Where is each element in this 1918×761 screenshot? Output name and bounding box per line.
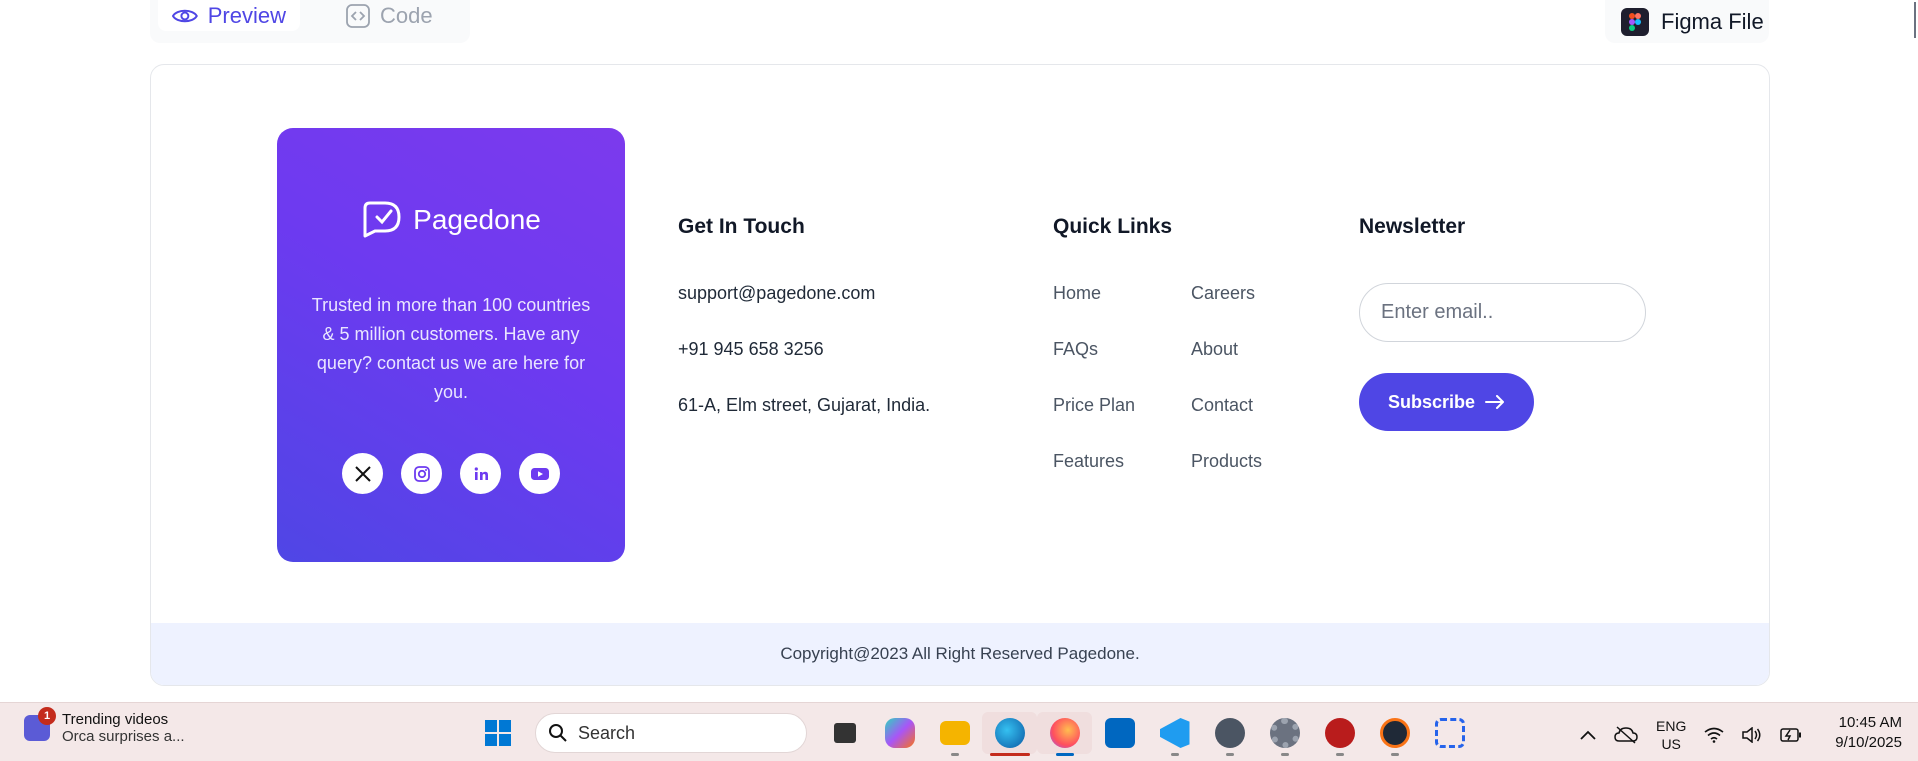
widget-subtitle: Orca surprises a...	[62, 728, 185, 745]
link-features[interactable]: Features	[1053, 451, 1124, 472]
contact-phone[interactable]: +91 945 658 3256	[678, 339, 824, 360]
tab-preview-label: Preview	[207, 2, 286, 28]
firefox-button[interactable]	[1037, 712, 1092, 756]
battery-icon[interactable]	[1780, 728, 1802, 742]
clock-time: 10:45 AM	[1838, 714, 1902, 731]
newsletter-title: Newsletter	[1359, 215, 1466, 238]
copilot-icon	[884, 718, 915, 748]
system-tray: ENG US	[1580, 717, 1802, 753]
play-icon	[1379, 718, 1410, 748]
arrow-right-icon	[1485, 395, 1505, 409]
social-links	[277, 453, 625, 494]
folder-icon	[939, 721, 970, 745]
subscribe-button[interactable]: Subscribe	[1359, 373, 1534, 431]
search-icon	[549, 724, 567, 742]
linkedin-icon[interactable]	[460, 453, 501, 494]
snip-icon	[1434, 718, 1465, 748]
figma-file-button[interactable]: Figma File	[1605, 0, 1769, 43]
edge-icon	[994, 718, 1025, 748]
brand-card: Pagedone Trusted in more than 100 countr…	[277, 128, 625, 562]
copilot-button[interactable]	[872, 712, 927, 754]
youtube-icon[interactable]	[519, 453, 560, 494]
footer-preview: Pagedone Trusted in more than 100 countr…	[150, 64, 1770, 686]
search-placeholder: Search	[578, 722, 636, 743]
brand-name: Pagedone	[413, 204, 541, 235]
tab-code-label: Code	[380, 2, 433, 28]
edge-button[interactable]	[982, 712, 1037, 756]
volume-icon[interactable]	[1742, 727, 1762, 743]
onedrive-offline-icon[interactable]	[1614, 726, 1638, 744]
taskbar: 1 Trending videos Orca surprises a... Se…	[0, 702, 1918, 761]
news-widget[interactable]: 1 Trending videos Orca surprises a...	[24, 707, 185, 745]
widgets-icon: 1	[24, 707, 56, 741]
link-faqs[interactable]: FAQs	[1053, 339, 1098, 360]
wifi-icon[interactable]	[1704, 727, 1724, 743]
p-app-icon	[1214, 718, 1245, 748]
brand-logo[interactable]: Pagedone	[277, 200, 625, 240]
red-app-icon	[1324, 718, 1355, 748]
vscode-button[interactable]	[1147, 712, 1202, 756]
tab-code[interactable]: Code	[332, 0, 447, 31]
contact-address: 61-A, Elm street, Gujarat, India.	[678, 395, 931, 415]
view-tabs: Preview Code	[150, 0, 470, 43]
newsletter-email-input[interactable]	[1359, 283, 1646, 342]
chevron-up-icon[interactable]	[1580, 730, 1596, 740]
link-about[interactable]: About	[1191, 339, 1238, 360]
firefox-icon	[1049, 718, 1080, 748]
store-icon	[1104, 718, 1135, 748]
tab-preview[interactable]: Preview	[158, 0, 300, 31]
instagram-icon[interactable]	[401, 453, 442, 494]
settings-button[interactable]	[1257, 712, 1312, 756]
brand-description: Trusted in more than 100 countries & 5 m…	[311, 295, 591, 402]
language-code: ENG	[1656, 718, 1687, 734]
gear-icon	[1269, 718, 1300, 748]
media-player-button[interactable]	[1367, 712, 1422, 756]
language-indicator[interactable]: ENG US	[1656, 717, 1686, 753]
subscribe-label: Subscribe	[1387, 391, 1476, 412]
file-explorer-button[interactable]	[927, 712, 982, 756]
link-price-plan[interactable]: Price Plan	[1053, 395, 1135, 416]
task-view-button[interactable]	[817, 712, 872, 754]
code-icon	[346, 3, 370, 28]
link-home[interactable]: Home	[1053, 283, 1101, 304]
pinned-app-red-button[interactable]	[1312, 712, 1367, 756]
x-icon[interactable]	[342, 453, 383, 494]
vscode-icon	[1159, 718, 1190, 748]
pagedone-logo-icon	[363, 201, 401, 238]
figma-file-label: Figma File	[1661, 8, 1764, 34]
clock-date: 9/10/2025	[1835, 734, 1902, 751]
contact-title: Get In Touch	[678, 215, 805, 238]
copyright-text: Copyright@2023 All Right Reserved Pagedo…	[780, 644, 1140, 663]
snipping-tool-button[interactable]	[1422, 712, 1477, 754]
link-careers[interactable]: Careers	[1191, 283, 1255, 304]
clock[interactable]: 10:45 AM 9/10/2025	[1822, 713, 1902, 753]
contact-email[interactable]: support@pagedone.com	[678, 283, 875, 304]
windows-icon	[484, 720, 511, 746]
task-view-icon	[833, 723, 856, 743]
link-products[interactable]: Products	[1191, 451, 1262, 472]
store-button[interactable]	[1092, 712, 1147, 754]
taskbar-apps: Search	[470, 712, 1477, 756]
scrollbar[interactable]	[1914, 2, 1916, 38]
taskbar-search[interactable]: Search	[535, 713, 807, 753]
pinned-app-p-button[interactable]	[1202, 712, 1257, 756]
copyright-bar: Copyright@2023 All Right Reserved Pagedo…	[151, 623, 1769, 685]
widget-title: Trending videos	[62, 711, 169, 728]
eye-icon	[172, 9, 198, 22]
figma-icon	[1621, 7, 1649, 36]
notification-badge: 1	[38, 707, 56, 725]
quick-links-title: Quick Links	[1053, 215, 1173, 238]
link-contact[interactable]: Contact	[1191, 395, 1253, 416]
start-button[interactable]	[470, 712, 525, 754]
region-code: US	[1661, 736, 1681, 752]
